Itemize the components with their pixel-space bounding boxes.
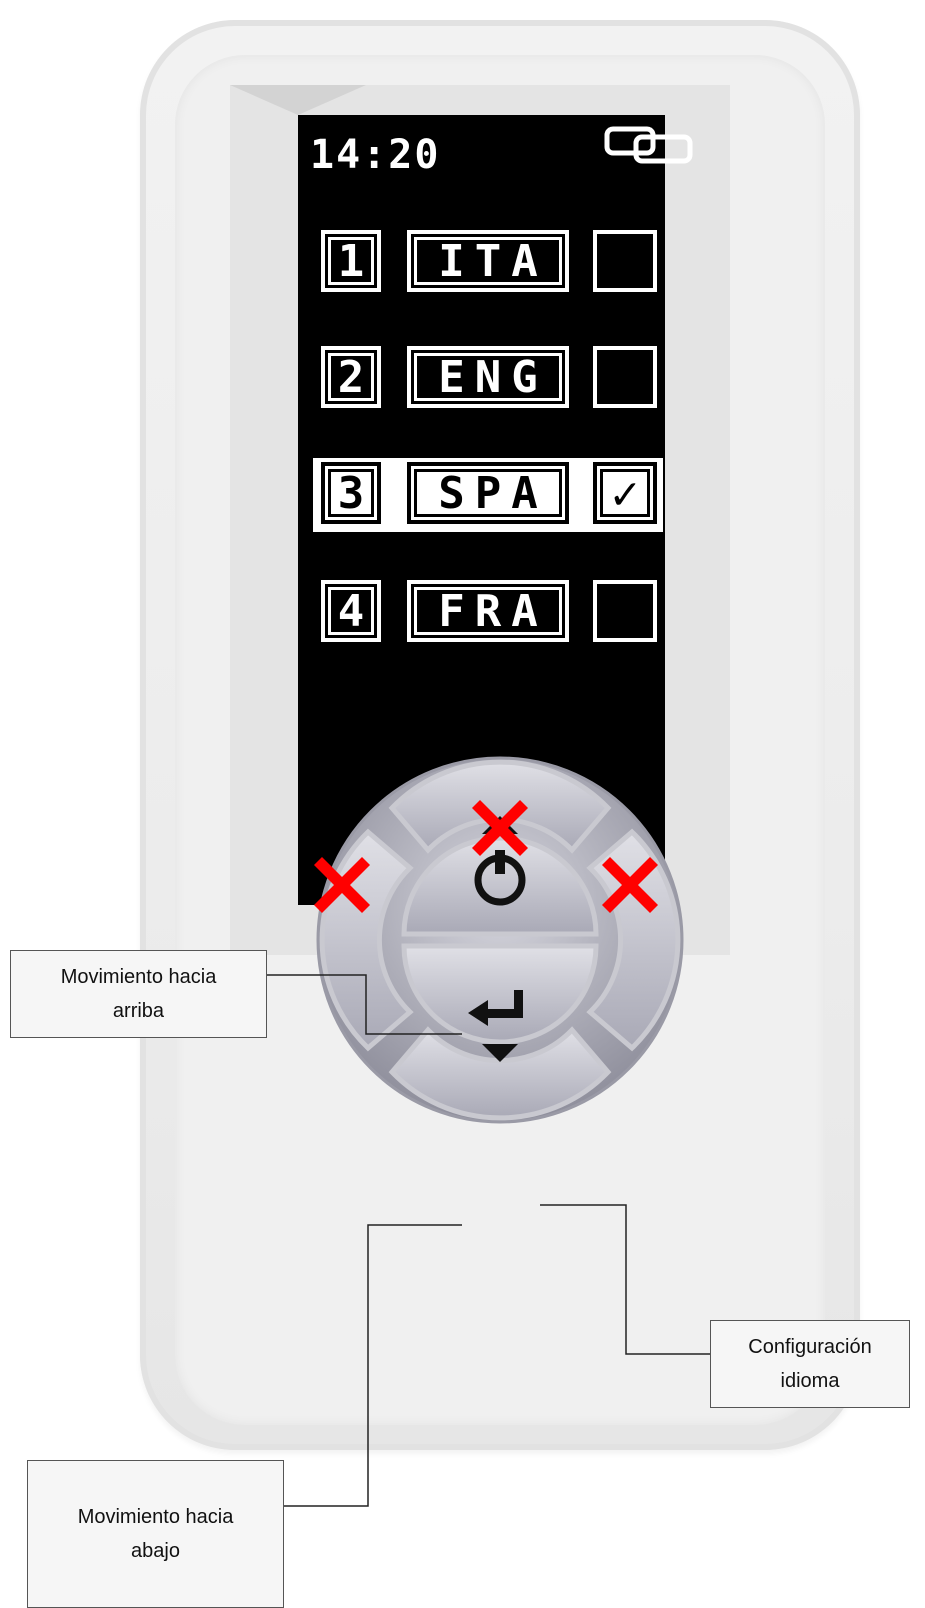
callout-down-text: Movimiento hacia abajo bbox=[77, 1506, 234, 1562]
callout-up-text: Movimiento hacia arriba bbox=[60, 966, 217, 1022]
callout-enter-text: Configuración idioma bbox=[748, 1336, 872, 1392]
language-checkbox[interactable] bbox=[593, 580, 657, 642]
clock-time: 14:20 bbox=[310, 132, 441, 178]
language-code: ENG bbox=[438, 351, 548, 403]
callout-up: Movimiento hacia arriba bbox=[10, 950, 267, 1038]
language-row-3-selected[interactable]: 3 SPA ✓ bbox=[313, 458, 663, 532]
row-number: 3 bbox=[337, 467, 365, 519]
bezel-top-shade bbox=[230, 85, 366, 115]
row-number: 1 bbox=[337, 235, 365, 287]
row-number-box: 3 bbox=[321, 462, 381, 524]
row-number: 2 bbox=[337, 351, 365, 403]
check-icon: ✓ bbox=[611, 466, 639, 520]
red-x-icon bbox=[314, 857, 370, 913]
red-x-icon bbox=[602, 857, 658, 913]
row-number: 4 bbox=[337, 585, 365, 637]
language-checkbox-checked[interactable]: ✓ bbox=[593, 462, 657, 524]
language-row-1[interactable]: 1 ITA bbox=[313, 226, 663, 300]
language-row-4[interactable]: 4 FRA bbox=[313, 576, 663, 650]
language-box: SPA bbox=[407, 462, 569, 524]
row-number-box: 4 bbox=[321, 580, 381, 642]
language-row-2[interactable]: 2 ENG bbox=[313, 342, 663, 416]
row-number-box: 1 bbox=[321, 230, 381, 292]
language-code: SPA bbox=[438, 467, 548, 519]
language-box: FRA bbox=[407, 580, 569, 642]
language-code: FRA bbox=[438, 585, 548, 637]
language-checkbox[interactable] bbox=[593, 230, 657, 292]
language-box: ENG bbox=[407, 346, 569, 408]
callout-enter: Configuración idioma bbox=[710, 1320, 910, 1408]
callout-down: Movimiento hacia abajo bbox=[27, 1460, 284, 1608]
language-code: ITA bbox=[438, 235, 548, 287]
row-number-box: 2 bbox=[321, 346, 381, 408]
language-box: ITA bbox=[407, 230, 569, 292]
language-checkbox[interactable] bbox=[593, 346, 657, 408]
red-x-icon bbox=[472, 800, 528, 856]
link-icon bbox=[604, 126, 693, 164]
